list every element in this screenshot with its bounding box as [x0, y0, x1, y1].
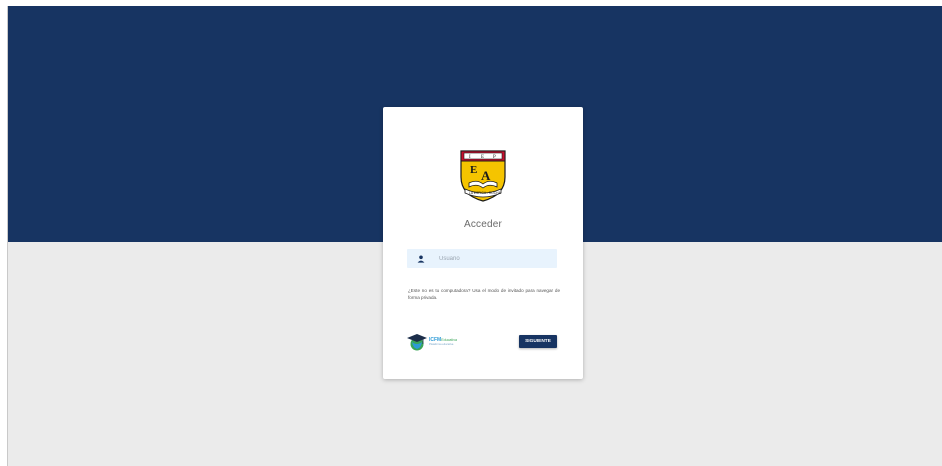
brand-text: ICFMEducativa Plataforma educativa [429, 337, 457, 347]
browser-viewport: I E P E A LA ESPIGA - ROCHA Acceder ¿Est… [7, 6, 942, 466]
private-browsing-note: ¿Este no es tu computadora? Usa el modo … [408, 288, 560, 300]
username-input[interactable] [439, 255, 549, 262]
brand-suffix: Educativa [441, 338, 458, 343]
graduation-cap-globe-icon [407, 334, 427, 351]
page-title: Acceder [463, 219, 503, 230]
crest-initial-e: E [470, 164, 477, 176]
next-button[interactable]: SIGUIENTE [519, 335, 557, 348]
username-field[interactable] [407, 249, 557, 268]
school-crest-logo: I E P E A LA ESPIGA - ROCHA [460, 150, 506, 202]
brand-logo: ICFMEducativa Plataforma educativa [406, 331, 462, 353]
user-icon [417, 255, 425, 263]
brand-tagline: Plataforma educativa [429, 343, 454, 347]
crest-banner-text: LA ESPIGA - ROCHA [469, 191, 501, 195]
crest-initial-a: A [481, 168, 491, 183]
crest-letter-p: P [493, 155, 496, 160]
crest-letter-e: E [481, 155, 484, 160]
login-card: I E P E A LA ESPIGA - ROCHA Acceder ¿Est… [383, 107, 583, 379]
